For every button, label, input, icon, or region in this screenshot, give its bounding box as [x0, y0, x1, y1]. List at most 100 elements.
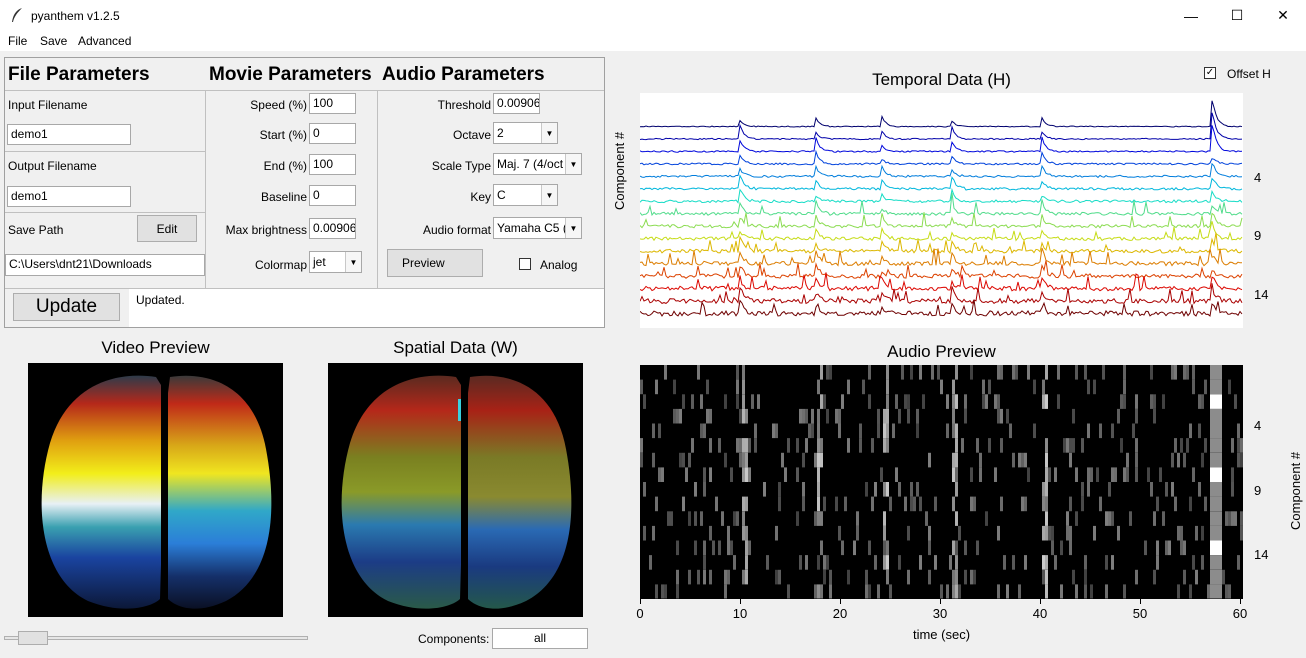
- heatmap-cell: [739, 452, 742, 468]
- heatmap-cell: [1087, 482, 1090, 497]
- heatmap-cell: [1216, 511, 1219, 526]
- heatmap-cell: [1219, 438, 1222, 453]
- heatmap-cell: [889, 496, 892, 512]
- heatmap-cell: [817, 482, 820, 497]
- heatmap-cell: [1153, 569, 1156, 585]
- heatmap-cell: [655, 496, 658, 512]
- heatmap-cell: [916, 423, 919, 439]
- heatmap-cell: [718, 540, 721, 556]
- save-path-field[interactable]: C:\Users\dnt21\Downloads: [5, 254, 205, 276]
- heatmap-cell: [1201, 394, 1204, 409]
- heatmap-cell: [1183, 452, 1186, 468]
- heatmap-cell: [742, 525, 745, 541]
- heatmap-cell: [1213, 540, 1216, 556]
- speed-field[interactable]: 100: [309, 93, 356, 114]
- octave-select[interactable]: 2 ▼: [493, 122, 558, 144]
- start-field[interactable]: 0: [309, 123, 356, 144]
- heatmap-cell: [1183, 569, 1186, 585]
- heatmap-cell: [1069, 525, 1072, 541]
- heatmap-cell: [673, 379, 676, 395]
- baseline-field[interactable]: 0: [309, 185, 356, 206]
- heatmap-cell: [934, 496, 937, 512]
- heatmap-cell: [877, 423, 880, 439]
- menu-advanced[interactable]: Advanced: [78, 34, 131, 48]
- heatmap-cell: [1210, 394, 1213, 409]
- heatmap-cell: [1006, 584, 1009, 599]
- max-brightness-field[interactable]: 0.00906: [309, 218, 356, 239]
- heatmap-cell: [745, 467, 748, 482]
- threshold-field[interactable]: 0.00906: [493, 93, 540, 114]
- heatmap-cell: [997, 408, 1000, 424]
- heatmap-cell: [775, 569, 778, 585]
- scale-type-select[interactable]: Maj. 7 (4/oct ▼: [493, 153, 582, 175]
- heatmap-cell: [1084, 584, 1087, 599]
- heatmap-cell: [1135, 394, 1138, 409]
- frame-slider-track[interactable]: [4, 636, 308, 640]
- heatmap-cell: [676, 569, 679, 585]
- heatmap-cell: [817, 467, 820, 482]
- frame-slider-handle[interactable]: [18, 631, 48, 645]
- colormap-select[interactable]: jet ▼: [309, 251, 362, 273]
- heatmap-cell: [1213, 496, 1216, 512]
- heatmap-cell: [1084, 569, 1087, 585]
- heatmap-cell: [1213, 365, 1216, 380]
- analog-checkbox[interactable]: [519, 258, 531, 270]
- heatmap-cell: [715, 496, 718, 512]
- preview-button[interactable]: Preview: [387, 249, 483, 277]
- heatmap-cell: [1201, 452, 1204, 468]
- update-button[interactable]: Update: [13, 293, 120, 321]
- output-filename-field[interactable]: demo1: [7, 186, 131, 207]
- menu-file[interactable]: File: [8, 34, 27, 48]
- offset-h-checkbox[interactable]: ✓: [1204, 67, 1216, 79]
- heatmap-cell: [925, 511, 928, 526]
- heatmap-cell: [1144, 540, 1147, 556]
- heatmap-cell: [1177, 584, 1180, 599]
- heatmap-cell: [745, 408, 748, 424]
- close-button[interactable]: ✕: [1260, 0, 1306, 31]
- heatmap-cell: [1048, 525, 1051, 541]
- end-field[interactable]: 100: [309, 154, 356, 175]
- heatmap-cell: [1045, 365, 1048, 380]
- heatmap-cell: [724, 452, 727, 468]
- heatmap-cell: [1171, 452, 1174, 468]
- heatmap-cell: [844, 496, 847, 512]
- heatmap-cell: [1045, 496, 1048, 512]
- heatmap-cell: [1213, 379, 1216, 395]
- heatmap-cell: [1213, 525, 1216, 541]
- input-filename-field[interactable]: demo1: [7, 124, 131, 145]
- heatmap-cell: [904, 496, 907, 512]
- heatmap-cell: [742, 438, 745, 453]
- heatmap-cell: [787, 584, 790, 599]
- heatmap-cell: [1231, 467, 1234, 482]
- heatmap-cell: [874, 482, 877, 497]
- heatmap-cell: [1192, 467, 1195, 482]
- heatmap-cell: [1123, 365, 1126, 380]
- analog-label: Analog: [540, 258, 578, 272]
- heatmap-cell: [802, 408, 805, 424]
- heatmap-cell: [829, 569, 832, 585]
- chevron-down-icon: ▼: [541, 185, 557, 205]
- heatmap-cell: [955, 452, 958, 468]
- heatmap-cell: [733, 555, 736, 570]
- maximize-button[interactable]: ☐: [1214, 0, 1260, 31]
- heatmap-cell: [1054, 555, 1057, 570]
- edit-button[interactable]: Edit: [137, 215, 197, 242]
- window-title: pyanthem v1.2.5: [31, 9, 120, 23]
- audio-format-select[interactable]: Yamaha C5 ( ▼: [493, 217, 582, 239]
- heatmap-cell: [1213, 467, 1216, 482]
- heatmap-cell: [871, 438, 874, 453]
- components-field[interactable]: all: [492, 628, 588, 649]
- key-select[interactable]: C ▼: [493, 184, 558, 206]
- heatmap-cell: [742, 452, 745, 468]
- heatmap-cell: [892, 423, 895, 439]
- heatmap-cell: [1210, 584, 1213, 599]
- menu-save[interactable]: Save: [40, 34, 67, 48]
- audio-xlabel: time (sec): [912, 627, 971, 642]
- heatmap-cell: [1240, 452, 1243, 468]
- minimize-button[interactable]: —: [1168, 0, 1214, 31]
- heatmap-cell: [1051, 540, 1054, 556]
- heatmap-cell: [1171, 365, 1174, 380]
- heatmap-cell: [988, 438, 991, 453]
- heatmap-cell: [742, 511, 745, 526]
- audio-ytick: 9: [1254, 483, 1262, 498]
